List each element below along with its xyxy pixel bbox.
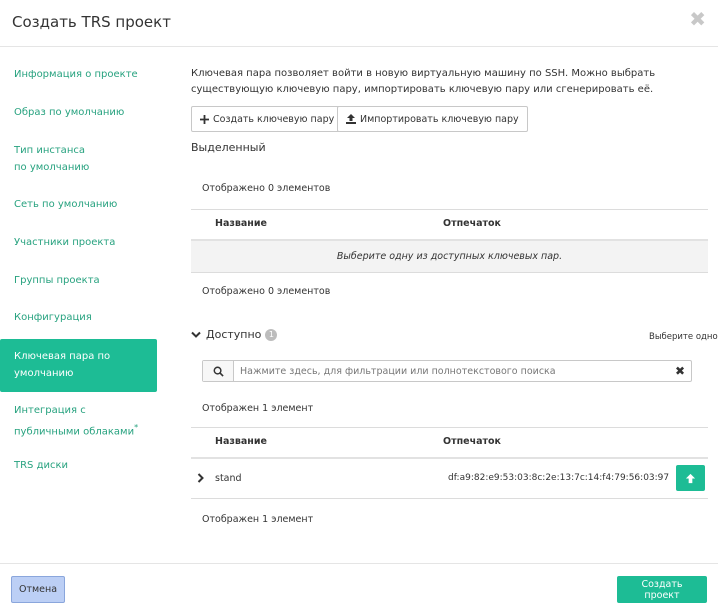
available-count-badge: 1 <box>265 328 278 341</box>
available-section-title: Доступно <box>206 328 262 341</box>
import-keypair-button[interactable]: Импортировать ключевую пару <box>337 106 528 132</box>
sidebar-item-project-info[interactable]: Информация о проекте <box>0 66 157 83</box>
upload-icon <box>346 114 356 124</box>
allocated-count-top: Отображено 0 элементов <box>202 183 331 194</box>
arrow-up-icon <box>685 473 696 483</box>
divider <box>191 272 708 273</box>
modal-footer <box>0 563 718 616</box>
import-keypair-label: Импортировать ключевую пару <box>360 113 519 125</box>
sidebar-item-default-network[interactable]: Сеть по умолчанию <box>0 196 157 213</box>
available-column-fingerprint: Отпечаток <box>443 436 502 447</box>
sidebar-item-public-cloud-integration[interactable]: Интеграция с публичными облаками* <box>0 402 157 440</box>
allocated-section-title: Выделенный <box>191 141 266 154</box>
sidebar-item-default-keypair[interactable]: Ключевая пара по умолчанию <box>0 339 157 392</box>
divider <box>191 457 708 459</box>
keypair-description: Ключевая пара позволяет войти в новую ви… <box>191 68 656 95</box>
allocated-column-name: Название <box>215 218 267 229</box>
keypair-fingerprint: df:a9:82:e9:53:03:8c:2e:13:7c:14:f4:79:5… <box>448 473 670 483</box>
required-marker: * <box>134 423 139 432</box>
sidebar-item-project-members[interactable]: Участники проекта <box>0 234 157 251</box>
available-column-name: Название <box>215 436 267 447</box>
search-icon[interactable] <box>203 361 234 381</box>
sidebar-item-label: Интеграция с публичными облаками <box>14 405 135 438</box>
create-project-button[interactable]: Создать проект <box>617 576 707 603</box>
available-section-toggle[interactable]: Доступно 1 <box>191 328 278 341</box>
divider <box>191 498 708 499</box>
search-input[interactable] <box>234 361 669 381</box>
available-count-bottom: Отображен 1 элемент <box>202 514 314 525</box>
allocated-empty-row: Выберите одну из доступных ключевых пар. <box>191 241 708 272</box>
sidebar-item-trs-disks[interactable]: TRS диски <box>0 457 157 474</box>
chevron-right-icon[interactable] <box>197 473 205 483</box>
sidebar-item-default-flavor[interactable]: Тип инстанса по умолчанию <box>0 142 110 176</box>
cancel-button[interactable]: Отмена <box>11 576 65 603</box>
create-keypair-button[interactable]: Создать ключевую пару <box>191 106 344 132</box>
sidebar-item-configuration[interactable]: Конфигурация <box>0 309 157 326</box>
sidebar-item-project-groups[interactable]: Группы проекта <box>0 272 157 289</box>
create-trs-project-modal: Создать TRS проект ✖ Информация о проект… <box>0 0 718 615</box>
divider <box>191 209 708 210</box>
search-bar: ✖ <box>202 360 692 382</box>
divider <box>191 427 708 428</box>
keypair-name: stand <box>215 473 242 484</box>
clear-search-icon[interactable]: ✖ <box>669 361 691 381</box>
allocated-column-fingerprint: Отпечаток <box>443 218 502 229</box>
available-count-top: Отображен 1 элемент <box>202 403 314 414</box>
plus-icon <box>200 114 209 124</box>
empty-message: Выберите одну из доступных ключевых пар. <box>336 251 563 262</box>
select-one-hint: Выберите одно <box>649 332 718 342</box>
modal-title: Создать TRS проект <box>12 13 171 31</box>
close-icon[interactable]: ✖ <box>689 9 706 29</box>
create-keypair-label: Создать ключевую пару <box>213 113 335 125</box>
modal-header: Создать TRS проект ✖ <box>0 0 718 47</box>
chevron-down-icon <box>191 331 201 338</box>
allocated-count-bottom: Отображено 0 элементов <box>202 286 331 297</box>
sidebar-item-default-image[interactable]: Образ по умолчанию <box>0 104 157 121</box>
allocate-keypair-button[interactable] <box>676 465 705 491</box>
